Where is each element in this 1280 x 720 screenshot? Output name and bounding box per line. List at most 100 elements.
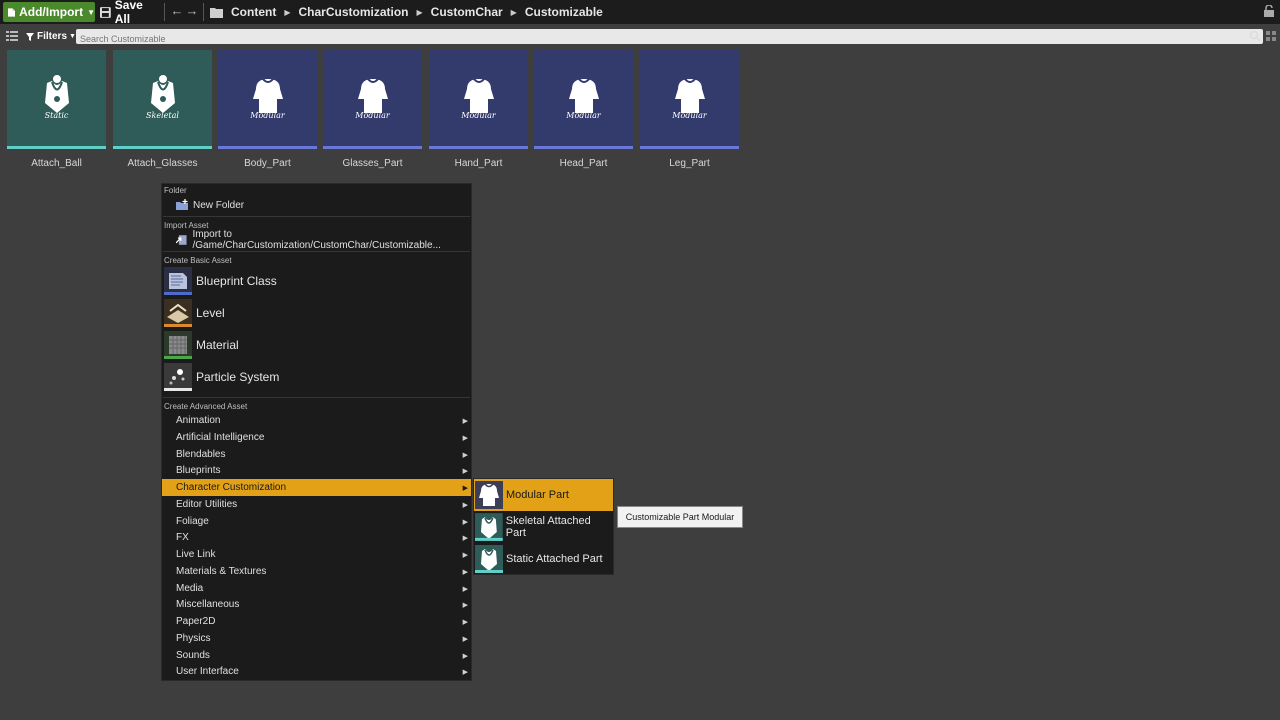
modular-part-icon	[675, 78, 705, 113]
submenu-item-modular-part[interactable]: Modular Part	[474, 479, 613, 511]
menu-divider	[163, 397, 470, 398]
breadcrumb-arrow-icon[interactable]: ▶	[511, 8, 517, 17]
static-attached-part-icon	[475, 545, 503, 573]
asset-tile-attach-ball[interactable]: Static	[7, 50, 106, 149]
advanced-item-materials-textures[interactable]: Materials & Textures ▶	[162, 563, 471, 580]
advanced-item-label: Sounds	[176, 650, 210, 661]
breadcrumb-customizable[interactable]: Customizable	[525, 5, 603, 19]
breadcrumb: Content ▶ CharCustomization ▶ CustomChar…	[210, 0, 603, 24]
advanced-item-sounds[interactable]: Sounds ▶	[162, 647, 471, 664]
advanced-item-live-link[interactable]: Live Link ▶	[162, 546, 471, 563]
menu-divider	[163, 216, 470, 217]
menu-divider	[163, 251, 470, 252]
search-input[interactable]	[76, 31, 1263, 47]
add-import-button[interactable]: Add/Import ▼	[3, 2, 95, 22]
back-arrow-icon[interactable]: ←	[170, 3, 184, 19]
asset-label[interactable]: Attach_Ball	[7, 158, 106, 169]
basic-item-level[interactable]: Level	[164, 298, 225, 328]
breadcrumb-charcustomization[interactable]: CharCustomization	[298, 5, 408, 19]
modular-part-icon	[253, 78, 283, 113]
tile-type-bar	[7, 146, 106, 149]
asset-label[interactable]: Leg_Part	[640, 158, 739, 169]
modular-part-icon	[475, 481, 503, 509]
submenu-arrow-icon: ▶	[462, 652, 468, 660]
advanced-item-animation[interactable]: Animation ▶	[162, 412, 471, 429]
tile-subtitle: Modular	[461, 111, 496, 120]
import-icon	[176, 235, 187, 245]
import-item[interactable]: Import to /Game/CharCustomization/Custom…	[176, 229, 471, 251]
submenu-arrow-icon: ▶	[462, 434, 468, 442]
sources-panel-icon[interactable]	[6, 30, 18, 42]
advanced-item-label: FX	[176, 532, 189, 543]
skeletal-attached-part-icon	[475, 513, 503, 541]
breadcrumb-customchar[interactable]: CustomChar	[431, 5, 503, 19]
tile-subtitle: Skeletal	[146, 111, 179, 120]
modular-part-icon	[569, 78, 599, 113]
tile-subtitle: Modular	[672, 111, 707, 120]
attached-part-icon	[45, 75, 69, 113]
submenu-arrow-icon: ▶	[462, 668, 468, 676]
tile-type-bar	[323, 146, 422, 149]
advanced-item-blendables[interactable]: Blendables ▶	[162, 446, 471, 463]
basic-item-blueprint-class[interactable]: Blueprint Class	[164, 266, 277, 296]
asset-label[interactable]: Glasses_Part	[323, 158, 422, 169]
lock-icon[interactable]	[1264, 5, 1274, 17]
asset-label[interactable]: Attach_Glasses	[113, 158, 212, 169]
basic-item-particle-system[interactable]: Particle System	[164, 362, 279, 392]
new-folder-item[interactable]: New Folder	[176, 197, 244, 213]
advanced-item-artificial-intelligence[interactable]: Artificial Intelligence ▶	[162, 429, 471, 446]
basic-item-label: Material	[196, 338, 239, 352]
section-header-advanced: Create Advanced Asset	[164, 402, 248, 411]
advanced-item-foliage[interactable]: Foliage ▶	[162, 513, 471, 530]
search-icon[interactable]	[1249, 30, 1261, 42]
advanced-item-label: Editor Utilities	[176, 499, 238, 510]
save-icon	[100, 6, 111, 18]
search-box[interactable]	[76, 29, 1263, 47]
asset-tile-glasses-part[interactable]: Modular	[323, 50, 422, 149]
advanced-item-character-customization[interactable]: Character Customization ▶	[162, 479, 471, 496]
asset-tile-head-part[interactable]: Modular	[534, 50, 633, 149]
tile-type-bar	[534, 146, 633, 149]
asset-tile-attach-glasses[interactable]: Skeletal	[113, 50, 212, 149]
chevron-down-icon: ▼	[69, 33, 76, 40]
asset-tile-hand-part[interactable]: Modular	[429, 50, 528, 149]
submenu-arrow-icon: ▶	[462, 601, 468, 609]
advanced-item-blueprints[interactable]: Blueprints ▶	[162, 462, 471, 479]
submenu-arrow-icon: ▶	[462, 518, 468, 526]
submenu-arrow-icon: ▶	[462, 501, 468, 509]
asset-tile-body-part[interactable]: Modular	[218, 50, 317, 149]
advanced-item-miscellaneous[interactable]: Miscellaneous ▶	[162, 596, 471, 613]
filters-button[interactable]: Filters ▼	[26, 29, 76, 44]
breadcrumb-content[interactable]: Content	[231, 5, 276, 19]
basic-item-material[interactable]: Material	[164, 330, 239, 360]
forward-arrow-icon[interactable]: →	[185, 3, 199, 19]
advanced-item-user-interface[interactable]: User Interface ▶	[162, 663, 471, 680]
new-folder-label: New Folder	[193, 199, 245, 211]
submenu-item-static-attached-part[interactable]: Static Attached Part	[474, 543, 613, 575]
submenu-arrow-icon: ▶	[462, 451, 468, 459]
breadcrumb-arrow-icon[interactable]: ▶	[417, 8, 423, 17]
asset-label[interactable]: Head_Part	[534, 158, 633, 169]
advanced-item-editor-utilities[interactable]: Editor Utilities ▶	[162, 496, 471, 513]
save-all-button[interactable]: Save All	[100, 0, 160, 26]
submenu-item-skeletal-attached-part[interactable]: Skeletal Attached Part	[474, 511, 613, 543]
asset-tile-leg-part[interactable]: Modular	[640, 50, 739, 149]
submenu-arrow-icon: ▶	[462, 417, 468, 425]
submenu-item-label: Skeletal Attached Part	[505, 515, 591, 539]
advanced-item-physics[interactable]: Physics ▶	[162, 630, 471, 647]
breadcrumb-arrow-icon[interactable]: ▶	[284, 8, 290, 17]
advanced-item-fx[interactable]: FX ▶	[162, 529, 471, 546]
asset-label[interactable]: Hand_Part	[429, 158, 528, 169]
tile-subtitle: Modular	[566, 111, 601, 120]
section-header-basic: Create Basic Asset	[164, 256, 232, 265]
folder-icon[interactable]	[210, 7, 223, 18]
asset-label[interactable]: Body_Part	[218, 158, 317, 169]
level-icon	[164, 299, 192, 327]
tile-type-bar	[218, 146, 317, 149]
advanced-item-paper2d[interactable]: Paper2D ▶	[162, 613, 471, 630]
submenu-arrow-icon: ▶	[462, 585, 468, 593]
view-options-icon[interactable]	[1266, 30, 1278, 42]
advanced-item-media[interactable]: Media ▶	[162, 580, 471, 597]
toolbar-divider	[203, 3, 204, 21]
submenu-arrow-icon: ▶	[462, 467, 468, 475]
